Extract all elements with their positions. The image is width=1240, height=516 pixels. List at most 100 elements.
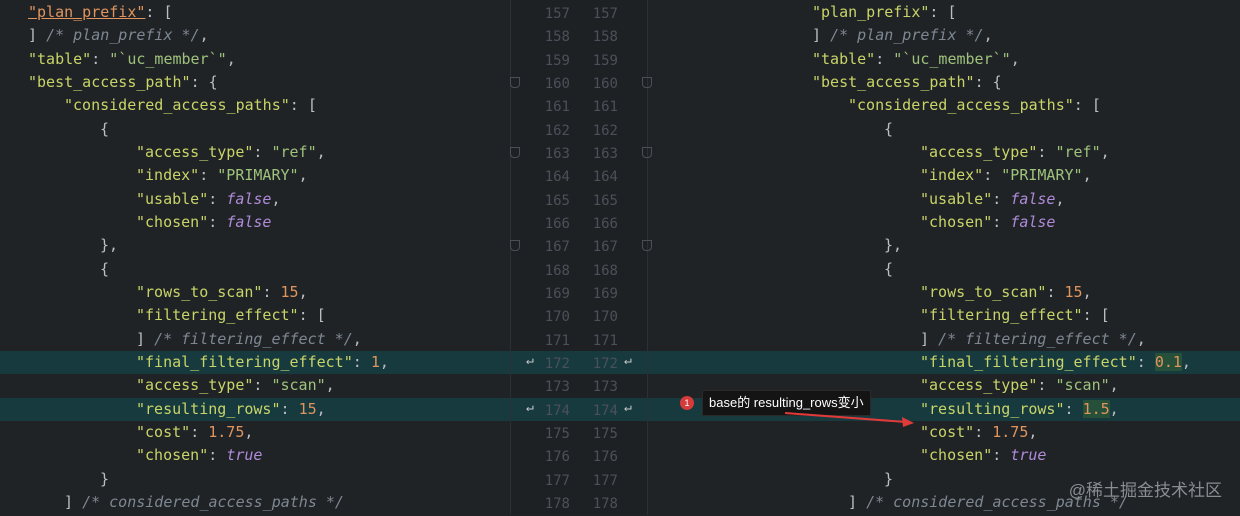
fold-marker-icon[interactable]	[510, 240, 520, 252]
left-token: false	[226, 189, 272, 208]
left-code-line[interactable]: }	[0, 468, 510, 491]
left-token: }	[100, 469, 110, 488]
apply-change-arrow-icon[interactable]: ↵	[624, 400, 632, 415]
left-token: "resulting_rows"	[136, 399, 281, 418]
right-token: {	[884, 119, 894, 138]
left-code-line[interactable]: ] /* considered_access_paths */	[0, 491, 510, 514]
apply-change-arrow-icon[interactable]: ↵	[526, 400, 534, 415]
left-code-line[interactable]: "resulting_rows": 15,	[0, 397, 510, 421]
right-token: :	[1064, 399, 1083, 418]
left-line-number: 176	[544, 449, 570, 466]
left-code-line[interactable]: "considered_access_paths": [	[0, 94, 510, 117]
right-token: "access_type"	[920, 142, 1038, 161]
right-token: ,	[1082, 282, 1092, 301]
left-token: :	[253, 142, 272, 161]
right-editor-pane[interactable]: {"plan_prefix": [] /* plan_prefix */,"ta…	[648, 0, 1240, 515]
apply-change-arrow-icon[interactable]: ↵	[526, 353, 534, 368]
right-code-line[interactable]: {	[648, 118, 1240, 141]
right-token: "chosen"	[920, 446, 993, 465]
right-token: "index"	[920, 166, 984, 185]
left-code-line[interactable]: "cost": 1.75,	[0, 421, 510, 444]
right-token: false	[1010, 189, 1056, 208]
right-token: ,	[983, 26, 993, 45]
left-token: },	[100, 236, 119, 255]
right-code-line[interactable]: "rows_to_scan": 15,	[648, 281, 1240, 304]
left-code-line[interactable]: "rows_to_scan": 15,	[0, 281, 510, 304]
left-token: "chosen"	[136, 212, 209, 231]
right-token: "scan"	[1055, 376, 1110, 395]
right-code-line[interactable]: "final_filtering_effect": 0.1,	[648, 350, 1240, 374]
left-line-number: 161	[544, 99, 570, 116]
right-code-line[interactable]: ] /* filtering_effect */,	[648, 328, 1240, 351]
right-token: 1.5	[1082, 399, 1110, 418]
left-token: : [	[298, 306, 326, 325]
right-token: "plan_prefix"	[812, 3, 930, 21]
left-code-line[interactable]: "plan_prefix": [	[0, 1, 510, 24]
right-code-line[interactable]: "access_type": "ref",	[648, 141, 1240, 164]
left-token: 15	[298, 399, 317, 418]
right-code-line[interactable]: "index": "PRIMARY",	[648, 164, 1240, 187]
left-token: :	[208, 212, 227, 231]
right-code-line[interactable]: ] /* plan_prefix */,	[648, 24, 1240, 47]
left-code-line[interactable]: "index": "PRIMARY",	[0, 164, 510, 187]
left-line-number: 160	[544, 75, 570, 92]
left-code-line[interactable]: "best_access_path": {	[0, 71, 510, 94]
right-code-line[interactable]: "filtering_effect": [	[648, 304, 1240, 327]
right-code-line[interactable]: },	[648, 234, 1240, 257]
right-token: "cost"	[920, 422, 975, 441]
left-token: ,	[226, 49, 236, 68]
left-token: /* considered_access_paths */	[82, 492, 344, 511]
right-code-line[interactable]: "cost": 1.75,	[648, 421, 1240, 444]
right-token: "best_access_path"	[812, 72, 975, 91]
right-code-line[interactable]: "chosen": true	[648, 444, 1240, 467]
left-token: :	[253, 376, 272, 395]
left-code-line[interactable]: "access_type": "scan",	[0, 374, 510, 397]
left-token: ,	[316, 399, 326, 418]
right-code-line[interactable]: "table": "`uc_member`",	[648, 48, 1240, 71]
right-token: /* plan_prefix */	[830, 26, 984, 45]
right-code-line[interactable]: "best_access_path": {	[648, 71, 1240, 94]
right-code-line[interactable]: {	[648, 258, 1240, 281]
left-code-line[interactable]: {	[0, 118, 510, 141]
fold-marker-icon[interactable]	[510, 76, 520, 88]
right-code-line[interactable]: "chosen": false	[648, 211, 1240, 234]
left-line-number: 172	[544, 355, 570, 372]
left-line-number: 165	[544, 192, 570, 209]
right-code-line[interactable]: "usable": false,	[648, 188, 1240, 211]
right-token: ,	[1109, 376, 1119, 395]
right-code-line[interactable]: "considered_access_paths": [	[648, 94, 1240, 117]
left-code-line[interactable]: "table": "`uc_member`",	[0, 48, 510, 71]
left-code-line[interactable]: "chosen": true	[0, 444, 510, 467]
right-line-number: 171	[592, 332, 618, 349]
apply-change-arrow-icon[interactable]: ↵	[624, 353, 632, 368]
right-token: ,	[1010, 49, 1020, 68]
fold-marker-icon[interactable]	[510, 146, 520, 158]
right-line-number: 170	[592, 309, 618, 326]
left-token: "best_access_path"	[28, 72, 191, 91]
right-token: ]	[812, 26, 831, 45]
left-code-line[interactable]: "access_type": "ref",	[0, 141, 510, 164]
right-token: :	[1037, 142, 1056, 161]
left-code-line[interactable]: ] /* filtering_effect */,	[0, 328, 510, 351]
left-token: /* filtering_effect */	[154, 329, 353, 348]
right-token: "ref"	[1055, 142, 1101, 161]
left-token: /* plan_prefix */	[46, 26, 200, 45]
left-code-line[interactable]: {	[0, 258, 510, 281]
left-token: 1.75	[208, 422, 245, 441]
right-token: ,	[1181, 352, 1191, 371]
right-line-number: 161	[592, 99, 618, 116]
left-code-line[interactable]: "chosen": false	[0, 211, 510, 234]
left-code-line[interactable]: "final_filtering_effect": 1,	[0, 350, 510, 374]
left-token: "index"	[136, 166, 200, 185]
left-token: ,	[379, 352, 389, 371]
left-code-line[interactable]: ] /* plan_prefix */,	[0, 24, 510, 47]
left-code-line[interactable]: },	[0, 234, 510, 257]
left-code-line[interactable]: "usable": false,	[0, 188, 510, 211]
right-token: 15	[1064, 282, 1083, 301]
left-token: ,	[298, 166, 308, 185]
left-code-line[interactable]: "filtering_effect": [	[0, 304, 510, 327]
right-line-number: 177	[592, 472, 618, 489]
left-line-number: 174	[544, 402, 570, 419]
left-editor-pane[interactable]: "plan_prefix": [] /* plan_prefix */, "tab…	[0, 0, 510, 515]
right-code-line[interactable]: "plan_prefix": [	[648, 1, 1240, 24]
